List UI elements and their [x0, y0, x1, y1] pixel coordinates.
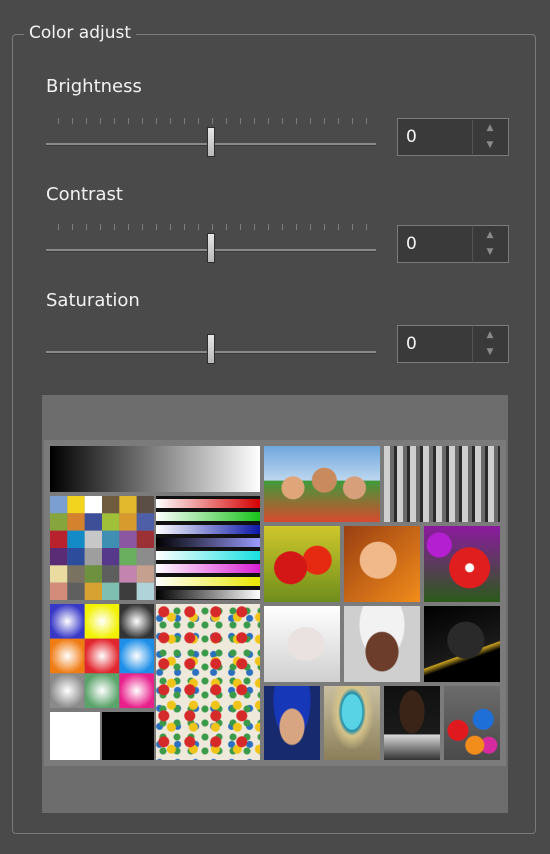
slider-tick	[184, 118, 185, 124]
slider-tick	[114, 118, 115, 124]
photo-gold-woman	[424, 606, 500, 682]
contrast-slider-thumb[interactable]	[207, 233, 215, 263]
color-gradient-bars	[156, 496, 260, 600]
photo-man	[384, 686, 440, 760]
slider-tick	[296, 118, 297, 124]
slider-tick	[282, 118, 283, 124]
slider-tick	[338, 118, 339, 124]
slider-tick	[310, 118, 311, 124]
saturation-label: Saturation	[46, 290, 140, 311]
slider-tick	[338, 224, 339, 230]
photo-tulip	[424, 526, 500, 602]
contrast-label: Contrast	[46, 184, 123, 205]
contrast-spinbox[interactable]: 0 ▲ ▼	[397, 225, 509, 263]
photo-machinery	[384, 446, 500, 522]
slider-tick	[240, 118, 241, 124]
slider-tick	[58, 118, 59, 124]
color-checker	[50, 496, 154, 600]
slider-tick	[366, 118, 367, 124]
brightness-value[interactable]: 0	[406, 127, 417, 147]
slider-tick	[310, 224, 311, 230]
slider-tick	[170, 224, 171, 230]
spin-down-icon[interactable]: ▼	[473, 344, 507, 361]
contrast-ticks	[58, 224, 368, 230]
photo-dark-woman-white-hair	[344, 606, 420, 682]
slider-tick	[296, 224, 297, 230]
spin-up-icon[interactable]: ▲	[473, 327, 507, 344]
photo-blue-turban	[264, 686, 320, 760]
saturation-value[interactable]: 0	[406, 334, 417, 354]
radial-swatches	[50, 604, 154, 708]
preview-panel	[42, 395, 508, 813]
spin-down-icon[interactable]: ▼	[473, 137, 507, 154]
slider-tick	[142, 118, 143, 124]
slider-tick	[86, 224, 87, 230]
slider-tick	[268, 118, 269, 124]
slider-tick	[128, 118, 129, 124]
slider-tick	[282, 224, 283, 230]
photo-red-flowers	[264, 526, 340, 602]
slider-tick	[128, 224, 129, 230]
saturation-spinbox[interactable]: 0 ▲ ▼	[397, 325, 509, 363]
slider-tick	[324, 224, 325, 230]
slider-tick	[86, 118, 87, 124]
preview-image	[44, 440, 506, 766]
slider-tick	[212, 224, 213, 230]
slider-tick	[226, 118, 227, 124]
slider-tick	[100, 224, 101, 230]
floral-pattern	[156, 604, 260, 760]
photo-white-woman	[264, 606, 340, 682]
photo-colored-powder	[444, 686, 500, 760]
slider-tick	[240, 224, 241, 230]
photo-orange-woman	[344, 526, 420, 602]
brightness-spinbox[interactable]: 0 ▲ ▼	[397, 118, 509, 156]
slider-tick	[156, 118, 157, 124]
slider-tick	[352, 224, 353, 230]
slider-tick	[212, 118, 213, 124]
spin-up-icon[interactable]: ▲	[473, 227, 507, 244]
slider-tick	[198, 224, 199, 230]
slider-tick	[72, 224, 73, 230]
grayscale-gradient	[50, 446, 260, 492]
slider-tick	[72, 118, 73, 124]
slider-tick	[324, 118, 325, 124]
spin-down-icon[interactable]: ▼	[473, 244, 507, 261]
slider-tick	[142, 224, 143, 230]
slider-tick	[268, 224, 269, 230]
slider-tick	[198, 118, 199, 124]
slider-tick	[254, 224, 255, 230]
slider-tick	[254, 118, 255, 124]
black-swatch	[102, 712, 154, 760]
slider-tick	[184, 224, 185, 230]
brightness-ticks	[58, 118, 368, 124]
slider-tick	[366, 224, 367, 230]
slider-tick	[58, 224, 59, 230]
slider-tick	[114, 224, 115, 230]
slider-tick	[156, 224, 157, 230]
photo-ring	[324, 686, 380, 760]
contrast-value[interactable]: 0	[406, 234, 417, 254]
brightness-slider-thumb[interactable]	[207, 127, 215, 157]
slider-tick	[352, 118, 353, 124]
brightness-label: Brightness	[46, 76, 142, 97]
slider-tick	[226, 224, 227, 230]
slider-tick	[100, 118, 101, 124]
group-title: Color adjust	[24, 22, 137, 44]
photo-children	[264, 446, 380, 522]
saturation-slider-thumb[interactable]	[207, 334, 215, 364]
slider-tick	[170, 118, 171, 124]
white-swatch	[50, 712, 100, 760]
spin-up-icon[interactable]: ▲	[473, 120, 507, 137]
